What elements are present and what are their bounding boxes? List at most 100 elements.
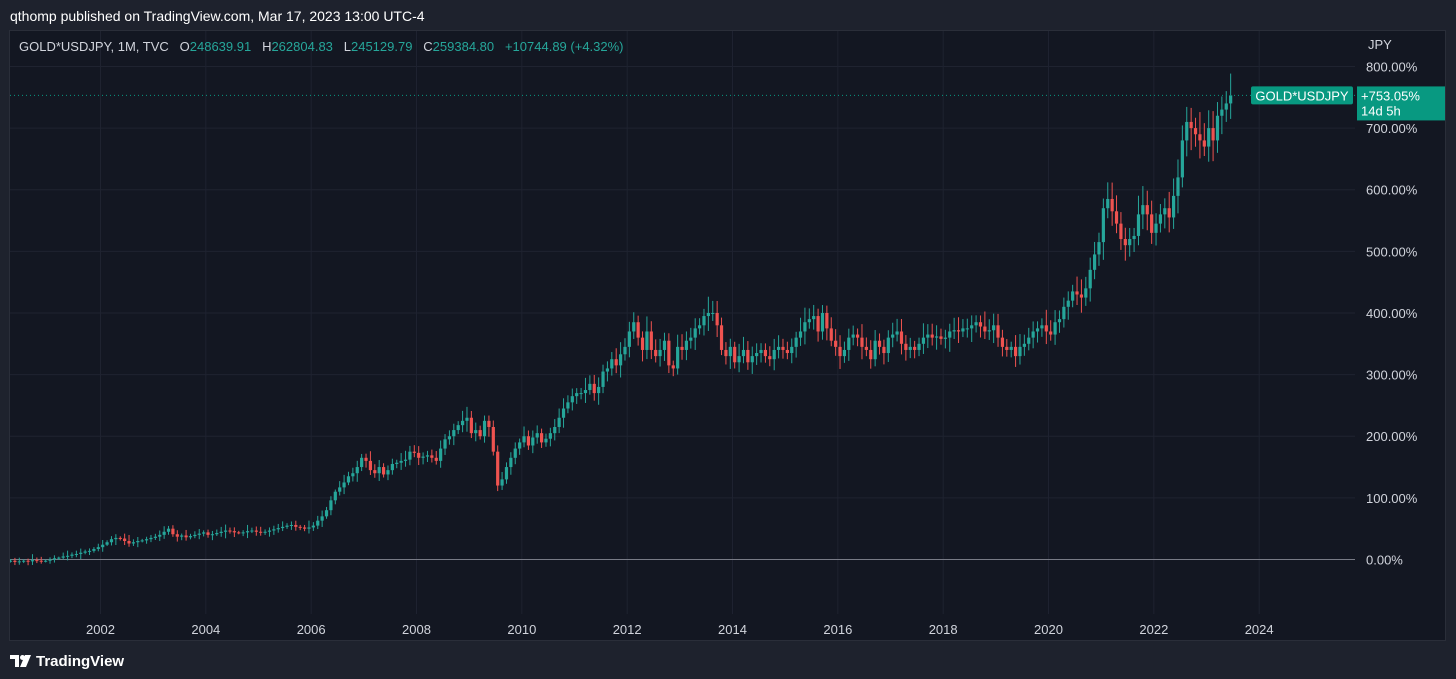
candle-body xyxy=(961,328,965,332)
candle-body xyxy=(342,482,346,488)
candle-body xyxy=(917,343,921,350)
candle-body xyxy=(680,346,684,350)
candle-body xyxy=(1040,325,1044,329)
candle-body xyxy=(175,534,179,537)
candle-body xyxy=(1189,121,1193,129)
candle-body xyxy=(30,560,35,562)
candle-body xyxy=(781,346,785,350)
candle-body xyxy=(1215,115,1220,141)
candle-body xyxy=(706,312,710,317)
candle-body xyxy=(838,346,842,357)
x-tick-label: 2004 xyxy=(191,622,220,637)
candle-body xyxy=(939,336,943,339)
candle-body xyxy=(965,328,969,330)
candle-body xyxy=(531,437,535,446)
candle-body xyxy=(377,467,381,474)
candle-body xyxy=(768,356,772,360)
candle-body xyxy=(785,349,789,354)
candle-body xyxy=(491,426,495,452)
candle-body xyxy=(250,530,254,532)
y-tick-label: 300.00% xyxy=(1366,368,1418,383)
y-tick-label: 800.00% xyxy=(1366,59,1418,74)
candle-body xyxy=(548,433,552,439)
candle-body xyxy=(166,528,171,532)
footer-brand[interactable]: TradingView xyxy=(10,650,124,672)
candle-body xyxy=(605,368,610,372)
candle-body xyxy=(1079,294,1084,298)
candle-body xyxy=(671,365,675,369)
candle-body xyxy=(434,457,438,461)
candle-body xyxy=(592,383,596,394)
candle-body xyxy=(52,558,57,560)
candle-body xyxy=(807,319,811,323)
candle-body xyxy=(118,537,122,539)
candle-body xyxy=(930,334,934,338)
candle-body xyxy=(320,516,324,521)
candle-body xyxy=(1075,291,1079,295)
candle-body xyxy=(908,346,912,350)
candle-body xyxy=(346,476,351,483)
candle-body xyxy=(83,551,87,553)
candle-body xyxy=(17,561,21,563)
legend-close-label: C xyxy=(423,39,433,54)
x-tick-label: 2010 xyxy=(507,622,536,637)
candle-body xyxy=(399,460,403,463)
candle-body xyxy=(316,520,320,526)
candle-body xyxy=(232,531,236,533)
candle-body xyxy=(219,531,223,533)
candle-body xyxy=(412,451,416,453)
candle-body xyxy=(35,560,39,562)
candle-body xyxy=(241,532,245,534)
x-tick-label: 2012 xyxy=(613,622,642,637)
candle-body xyxy=(395,462,399,464)
candle-body xyxy=(627,331,631,347)
candle-body xyxy=(1180,140,1184,178)
candle-body xyxy=(886,337,890,354)
candle-body xyxy=(1193,128,1198,135)
candle-body xyxy=(1176,177,1180,196)
candle-body xyxy=(469,417,473,434)
candle-body xyxy=(566,402,570,409)
candle-body xyxy=(842,349,847,357)
candle-body xyxy=(684,340,689,350)
candle-body xyxy=(180,535,184,537)
candle-body xyxy=(1154,223,1158,233)
candle-body xyxy=(583,390,588,394)
candle-body xyxy=(636,322,640,338)
candle-body xyxy=(645,331,649,350)
y-tick-label: 700.00% xyxy=(1366,121,1418,136)
candle-body xyxy=(746,349,750,363)
candle-body xyxy=(1106,198,1110,209)
x-tick-label: 2016 xyxy=(823,622,852,637)
candle-body xyxy=(373,470,377,474)
legend-symbol[interactable]: GOLD*USDJPY, 1M, TVC xyxy=(19,39,169,54)
candle-body xyxy=(1049,331,1053,335)
candle-body xyxy=(658,349,662,357)
candle-body xyxy=(298,526,302,528)
x-tick-label: 2002 xyxy=(86,622,115,637)
candle-body xyxy=(487,420,491,427)
chart-area[interactable]: 800.00% 700.00% 600.00% 500.00% 400.00% 300.0… xyxy=(9,30,1446,641)
candle-body xyxy=(351,473,355,477)
legend-low-value: 245129.79 xyxy=(350,39,413,54)
candle-body xyxy=(1110,198,1114,212)
candle-body xyxy=(974,322,978,326)
candle-body xyxy=(136,541,140,543)
candle-body xyxy=(921,337,926,344)
candle-body xyxy=(948,331,952,338)
candle-body xyxy=(943,337,947,339)
candle-body xyxy=(276,528,280,530)
candle-body xyxy=(39,560,43,562)
candle-body xyxy=(259,531,263,533)
candle-body xyxy=(254,530,258,532)
candle-body xyxy=(891,334,895,338)
candle-body xyxy=(544,438,548,443)
candle-body xyxy=(812,316,816,320)
candlestick-chart[interactable]: 800.00% 700.00% 600.00% 500.00% 400.00% 300.0… xyxy=(10,31,1446,641)
y-tick-label: 600.00% xyxy=(1366,183,1418,198)
candle-body xyxy=(899,331,904,344)
candle-body xyxy=(1071,291,1075,301)
legend-open-label: O xyxy=(179,39,190,54)
candle-body xyxy=(816,316,820,332)
candle-body xyxy=(1005,346,1009,350)
